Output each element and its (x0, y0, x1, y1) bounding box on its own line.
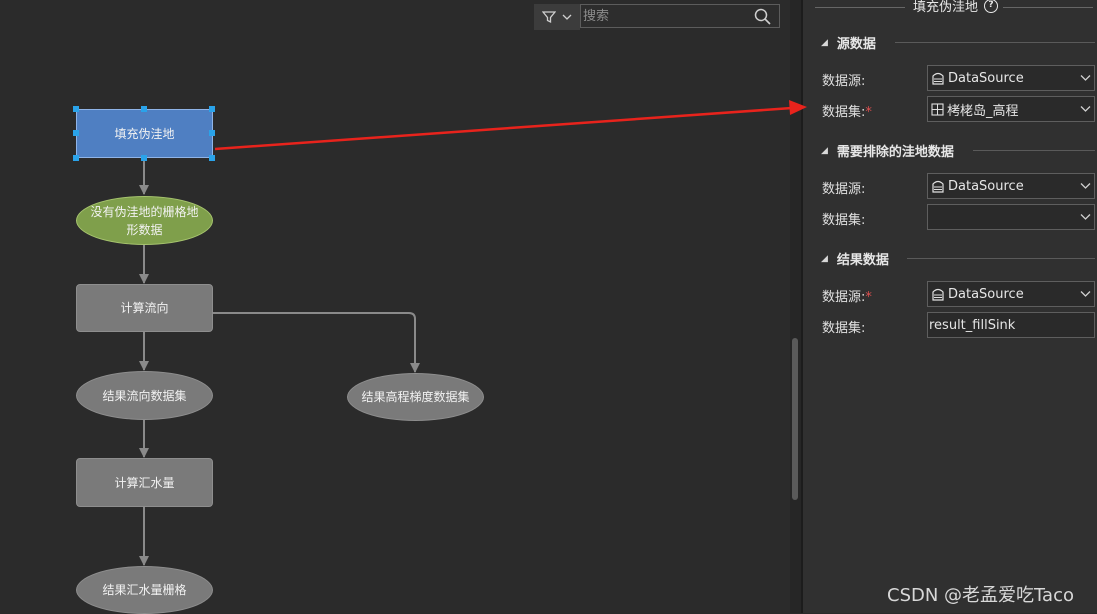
section-divider (907, 258, 1095, 259)
search-icon[interactable] (754, 8, 771, 25)
select-value: DataSource (948, 178, 1024, 194)
selection-handle[interactable] (141, 106, 147, 112)
watermark: CSDN @老孟爱吃Taco (887, 585, 1074, 606)
section-result-data[interactable]: ◢ 结果数据 (821, 249, 889, 268)
model-canvas[interactable]: 填充伪洼地 没有伪洼地的栅格地 形数据 计算流向 结果流向数据集 结果高程梯度数… (0, 0, 790, 614)
chevron-down-icon (1076, 290, 1094, 298)
search-input[interactable] (581, 5, 753, 27)
scrollbar-thumb[interactable] (792, 338, 798, 500)
source-dataset-label: 数据集:* (822, 105, 872, 120)
node-label: 填充伪洼地 (114, 126, 175, 141)
chevron-down-icon (1076, 213, 1094, 221)
selection-handle[interactable] (141, 155, 147, 161)
search-box (580, 4, 780, 28)
node-label: 结果汇水量栅格 (102, 583, 187, 597)
exclude-datasource-label: 数据源: (822, 182, 866, 197)
node-flow-accumulation[interactable]: 计算汇水量 (76, 458, 213, 507)
selection-handle[interactable] (209, 106, 215, 112)
node-fill-sink[interactable]: 填充伪洼地 (76, 109, 213, 158)
exclude-datasource-select[interactable]: DataSource (927, 173, 1095, 199)
required-mark: * (865, 105, 872, 120)
selection-handle[interactable] (73, 106, 79, 112)
panel-title: 填充伪洼地 (913, 0, 979, 15)
node-result-flow-direction[interactable]: 结果流向数据集 (76, 371, 213, 420)
properties-panel: 填充伪洼地 ? ◢ 源数据 数据源: DataSource 数据集:* 栲栳岛_… (803, 0, 1097, 613)
divider-line (1003, 7, 1093, 8)
datasource-icon (931, 179, 945, 193)
source-datasource-label: 数据源: (822, 74, 866, 89)
collapse-triangle-icon: ◢ (821, 37, 828, 48)
section-source-data[interactable]: ◢ 源数据 (821, 33, 876, 52)
select-value: DataSource (948, 70, 1024, 86)
section-exclude-sinks[interactable]: ◢ 需要排除的洼地数据 (821, 141, 954, 160)
selection-handle[interactable] (73, 155, 79, 161)
chevron-down-icon (1076, 74, 1094, 82)
filter-button[interactable] (534, 4, 580, 30)
source-datasource-select[interactable]: DataSource (927, 65, 1095, 91)
panel-header: 填充伪洼地 ? (803, 0, 1097, 15)
datasource-icon (931, 71, 945, 85)
node-label: 结果流向数据集 (102, 388, 187, 403)
section-title: 需要排除的洼地数据 (836, 145, 954, 160)
result-dataset-label: 数据集: (822, 321, 866, 336)
selection-handle[interactable] (73, 130, 79, 136)
node-input-dem[interactable]: 没有伪洼地的栅格地 形数据 (76, 196, 213, 245)
result-datasource-select[interactable]: DataSource (927, 281, 1095, 307)
chevron-down-icon (562, 14, 572, 20)
node-flow-direction[interactable]: 计算流向 (76, 284, 213, 332)
selection-handle[interactable] (209, 130, 215, 136)
collapse-triangle-icon: ◢ (821, 253, 828, 264)
node-label: 计算汇水量 (114, 475, 175, 490)
source-dataset-select[interactable]: 栲栳岛_高程 (927, 96, 1095, 122)
node-result-accumulation[interactable]: 结果汇水量栅格 (76, 566, 213, 614)
filter-icon (542, 11, 556, 24)
required-mark: * (865, 290, 872, 305)
node-label: 计算流向 (120, 301, 169, 315)
section-title: 结果数据 (836, 253, 889, 268)
collapse-triangle-icon: ◢ (821, 145, 828, 156)
exclude-dataset-select[interactable] (927, 204, 1095, 230)
chevron-down-icon (1076, 105, 1094, 113)
section-divider (973, 150, 1095, 151)
exclude-dataset-label: 数据集: (822, 213, 866, 228)
node-label: 形数据 (126, 222, 163, 237)
chevron-down-icon (1076, 182, 1094, 190)
node-label: 没有伪洼地的栅格地 (90, 204, 199, 219)
node-result-slope[interactable]: 结果高程梯度数据集 (347, 373, 484, 421)
selection-handle[interactable] (209, 155, 215, 161)
input-value: result_fillSink (929, 317, 1016, 333)
datasource-icon (931, 287, 945, 301)
section-title: 源数据 (836, 37, 876, 52)
connector (213, 312, 420, 373)
result-dataset-input[interactable]: result_fillSink (927, 312, 1095, 338)
grid-dataset-icon (931, 102, 944, 116)
divider-line (815, 7, 905, 8)
result-datasource-label: 数据源:* (822, 290, 872, 305)
select-value: 栲栳岛_高程 (947, 103, 1019, 119)
node-label: 结果高程梯度数据集 (361, 390, 470, 404)
help-icon[interactable]: ? (984, 0, 999, 13)
canvas-scrollbar[interactable] (790, 0, 801, 613)
section-divider (895, 42, 1095, 43)
select-value: DataSource (948, 286, 1024, 302)
